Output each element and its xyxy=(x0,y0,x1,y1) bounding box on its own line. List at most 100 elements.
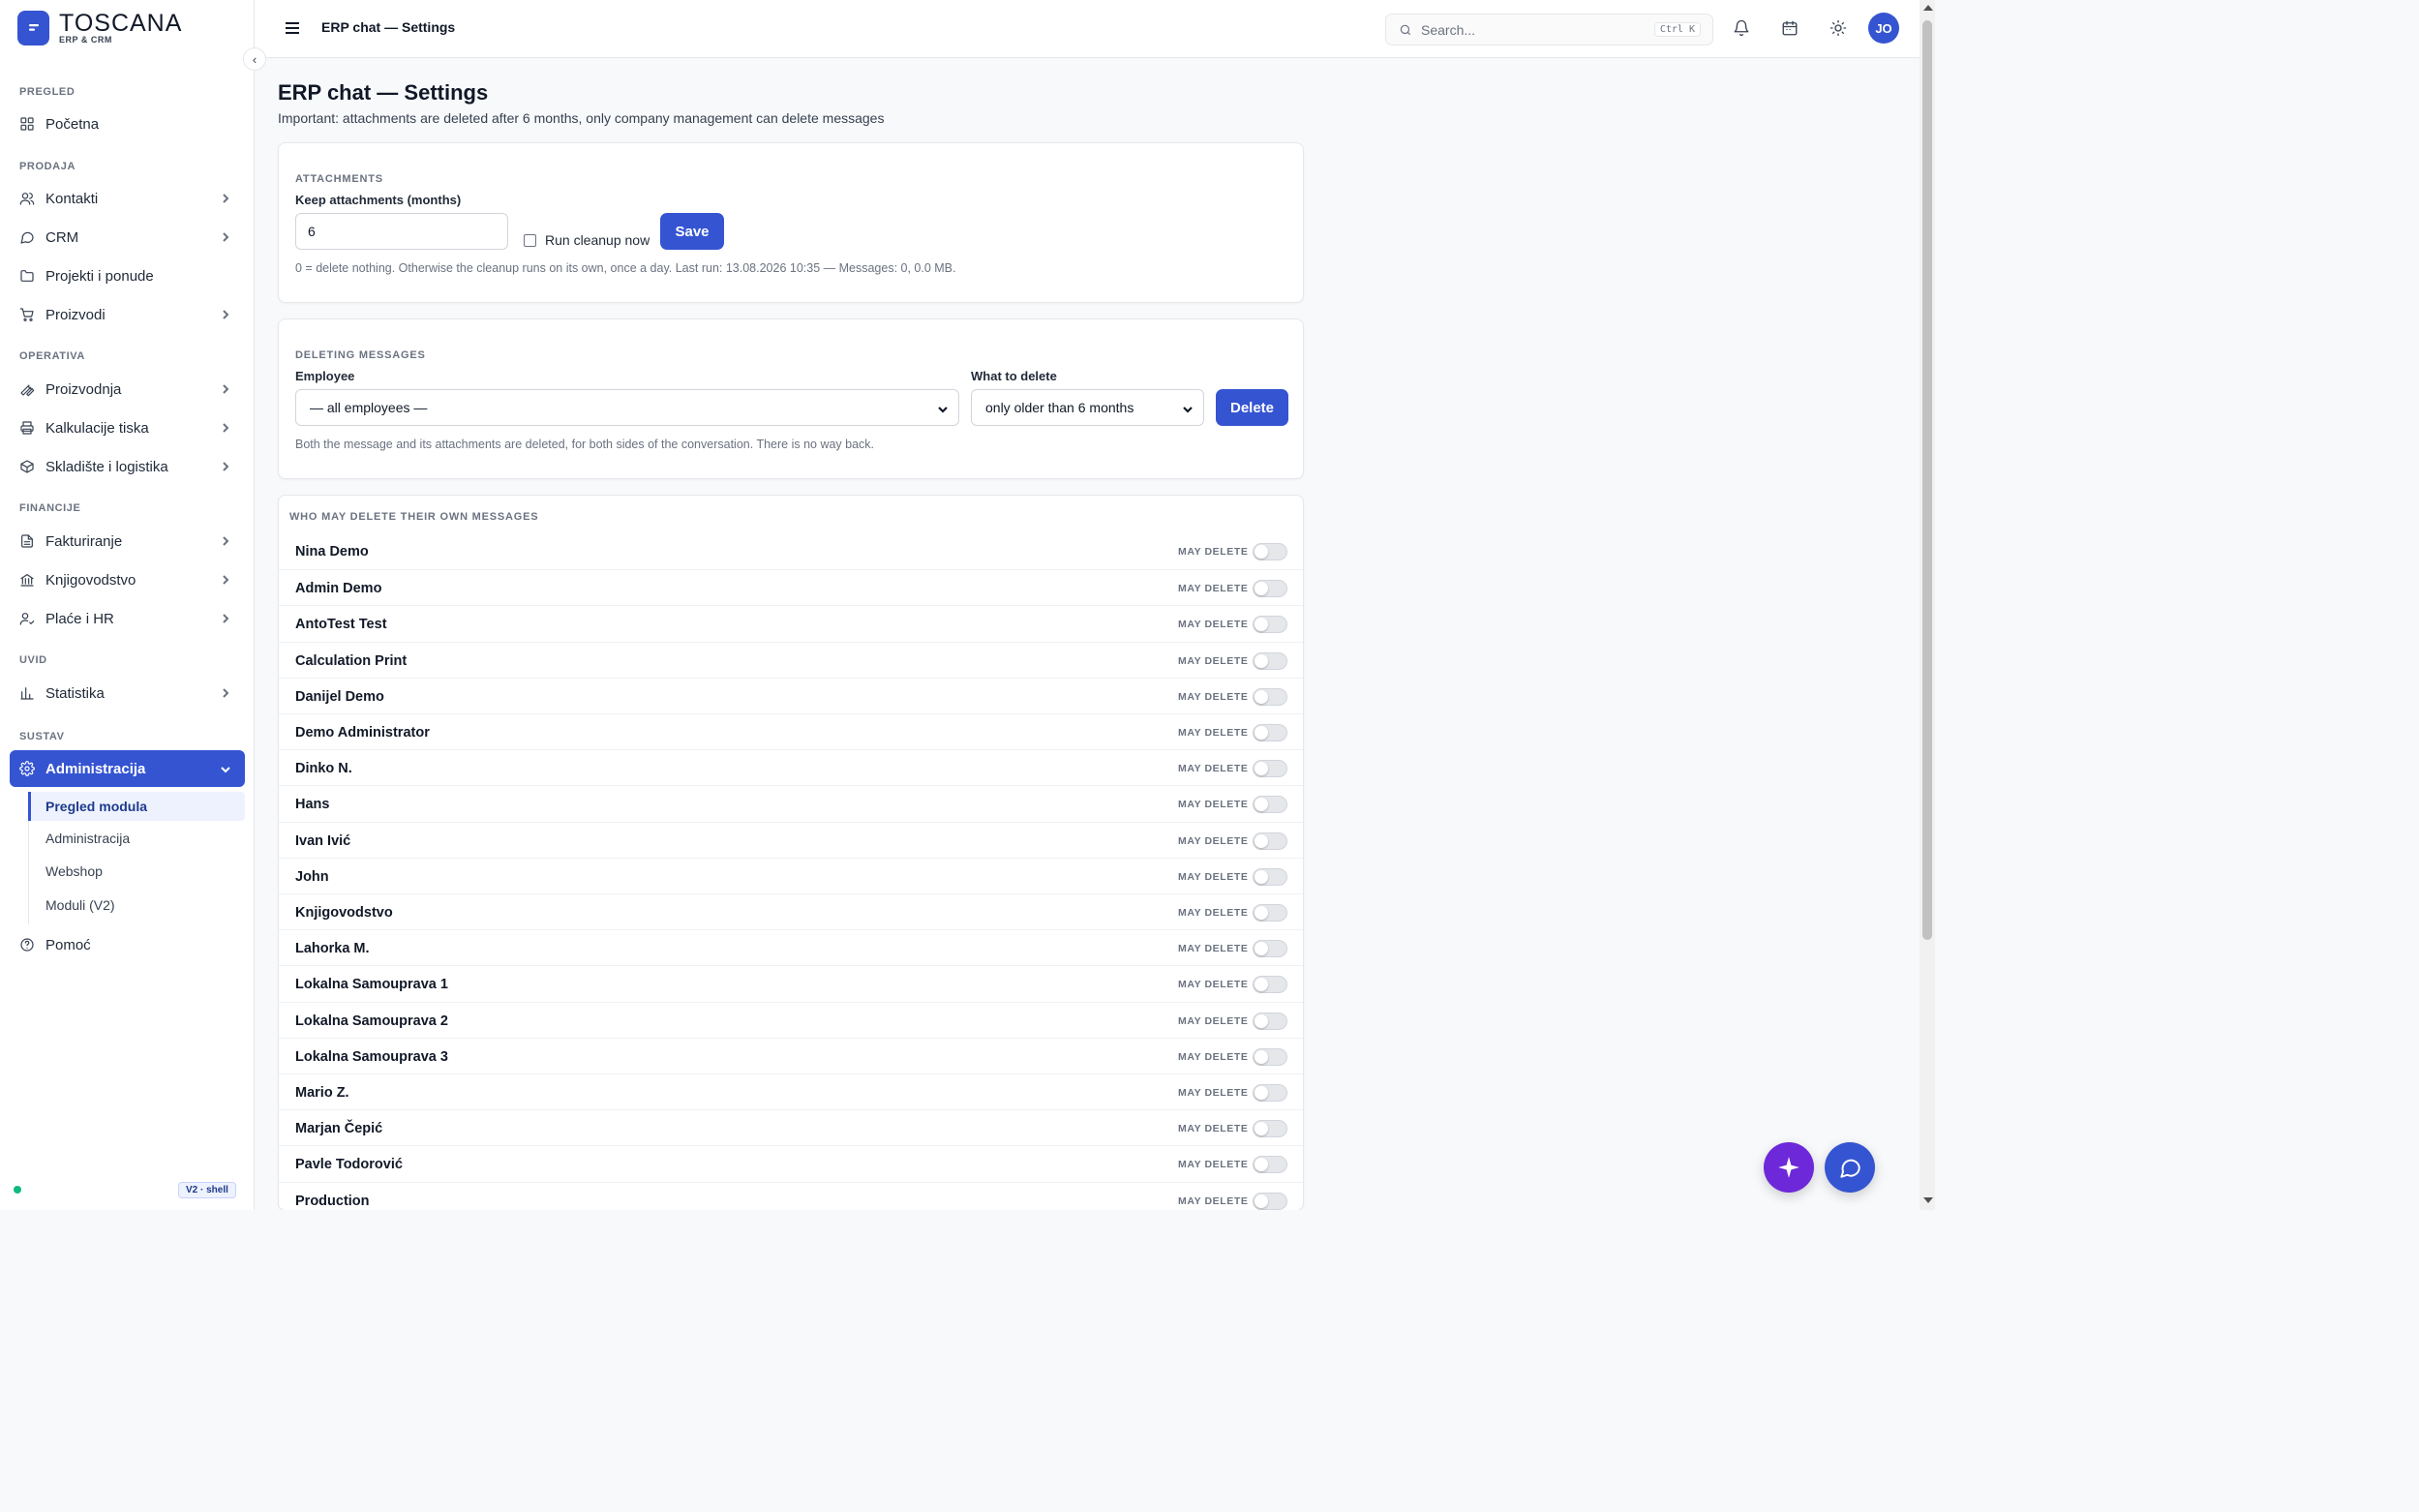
toggle-knob xyxy=(1255,906,1268,920)
nav-section-prodaja: PRODAJA xyxy=(19,161,76,172)
may-delete-toggle[interactable] xyxy=(1253,940,1287,958)
permission-user-name: Lokalna Samouprava 2 xyxy=(295,1013,448,1029)
box-icon xyxy=(19,459,35,474)
breadcrumb: ERP chat — Settings xyxy=(321,19,456,35)
nav-section-sustav: SUSTAV xyxy=(19,731,65,742)
sidebar-subitem-moduli-v2[interactable]: Moduli (V2) xyxy=(28,891,245,920)
scroll-down-arrow-icon[interactable] xyxy=(1923,1197,1933,1203)
may-delete-toggle[interactable] xyxy=(1253,760,1287,778)
menu-toggle-button[interactable] xyxy=(283,18,302,38)
page-scrollbar[interactable] xyxy=(1920,0,1935,1210)
permissions-heading: WHO MAY DELETE THEIR OWN MESSAGES xyxy=(289,511,539,523)
toggle-knob xyxy=(1255,762,1268,776)
may-delete-label: MAY DELETE xyxy=(1178,870,1249,883)
run-cleanup-checkbox[interactable]: Run cleanup now xyxy=(524,232,650,248)
permission-row: John MAY DELETE xyxy=(279,857,1303,893)
chat-bubble-icon xyxy=(1840,1159,1860,1178)
theme-toggle-button[interactable] xyxy=(1828,17,1849,39)
sidebar: TOSCANA ERP & CRM PREGLED Početna PRODAJ… xyxy=(0,0,255,1210)
sidebar-item-projekti[interactable]: Projekti i ponude xyxy=(10,258,245,293)
may-delete-label: MAY DELETE xyxy=(1178,763,1249,775)
permission-row: Lokalna Samouprava 1 MAY DELETE xyxy=(279,965,1303,1001)
permission-user-name: Nina Demo xyxy=(295,544,369,559)
may-delete-toggle[interactable] xyxy=(1253,616,1287,634)
may-delete-toggle[interactable] xyxy=(1253,1012,1287,1030)
ai-assistant-button[interactable] xyxy=(1764,1142,1814,1193)
sidebar-item-pomoc[interactable]: Pomoć xyxy=(10,927,245,962)
permission-row: Pavle Todorović MAY DELETE xyxy=(279,1145,1303,1181)
may-delete-toggle[interactable] xyxy=(1253,580,1287,598)
what-to-delete-value: only older than 6 months xyxy=(985,400,1134,415)
toggle-knob xyxy=(1255,1049,1268,1064)
permission-row: Dinko N. MAY DELETE xyxy=(279,749,1303,785)
sidebar-item-kalkulacije[interactable]: Kalkulacije tiska xyxy=(10,410,245,445)
permission-row: Lokalna Samouprava 3 MAY DELETE xyxy=(279,1037,1303,1074)
sidebar-subitem-administracija[interactable]: Administracija xyxy=(28,824,245,853)
sidebar-item-knjigovodstvo[interactable]: Knjigovodstvo xyxy=(10,562,245,597)
may-delete-toggle[interactable] xyxy=(1253,867,1287,886)
sidebar-collapse-button[interactable]: ‹ xyxy=(243,47,266,71)
sidebar-item-kontakti[interactable]: Kontakti xyxy=(10,181,245,216)
may-delete-label: MAY DELETE xyxy=(1178,727,1249,739)
may-delete-toggle[interactable] xyxy=(1253,904,1287,922)
notifications-button[interactable] xyxy=(1731,17,1752,39)
calendar-button[interactable] xyxy=(1779,17,1800,39)
online-status-dot xyxy=(14,1186,21,1194)
may-delete-toggle[interactable] xyxy=(1253,1120,1287,1138)
sidebar-subitem-webshop[interactable]: Webshop xyxy=(28,857,245,886)
scroll-thumb[interactable] xyxy=(1922,20,1932,940)
sidebar-item-skladiste[interactable]: Skladište i logistika xyxy=(10,449,245,484)
may-delete-toggle[interactable] xyxy=(1253,543,1287,560)
may-delete-toggle[interactable] xyxy=(1253,724,1287,741)
scroll-up-arrow-icon[interactable] xyxy=(1923,5,1933,11)
may-delete-toggle[interactable] xyxy=(1253,796,1287,814)
gear-icon xyxy=(19,761,35,776)
may-delete-toggle[interactable] xyxy=(1253,1047,1287,1066)
may-delete-toggle[interactable] xyxy=(1253,687,1287,706)
search-box[interactable]: Ctrl K xyxy=(1385,14,1713,45)
page-subtitle: Important: attachments are deleted after… xyxy=(278,110,885,126)
permission-user-name: Admin Demo xyxy=(295,581,382,597)
cart-icon xyxy=(19,307,35,322)
may-delete-toggle[interactable] xyxy=(1253,1084,1287,1102)
toggle-knob xyxy=(1255,978,1268,992)
keep-months-input[interactable] xyxy=(295,213,508,250)
brand-logo-icon xyxy=(17,11,49,45)
search-input[interactable] xyxy=(1421,21,1644,38)
sidebar-item-fakturiranje[interactable]: Fakturiranje xyxy=(10,524,245,559)
what-to-delete-select[interactable]: only older than 6 months xyxy=(971,389,1204,426)
save-button[interactable]: Save xyxy=(660,213,724,250)
may-delete-toggle[interactable] xyxy=(1253,1156,1287,1174)
sidebar-item-label: CRM xyxy=(45,228,79,246)
may-delete-toggle[interactable] xyxy=(1253,976,1287,994)
may-delete-toggle[interactable] xyxy=(1253,651,1287,670)
chevron-right-icon xyxy=(220,534,231,546)
may-delete-label: MAY DELETE xyxy=(1178,1159,1249,1171)
may-delete-label: MAY DELETE xyxy=(1178,583,1249,595)
permission-user-name: Hans xyxy=(295,797,330,813)
employee-select[interactable]: — all employees — xyxy=(295,389,959,426)
sidebar-item-proizvodi[interactable]: Proizvodi xyxy=(10,297,245,332)
user-avatar[interactable]: JO xyxy=(1868,13,1899,44)
checkbox-box[interactable] xyxy=(524,233,536,247)
permission-user-name: Lokalna Samouprava 3 xyxy=(295,1048,448,1065)
sidebar-item-crm[interactable]: CRM xyxy=(10,220,245,255)
sidebar-item-place-hr[interactable]: Plaće i HR xyxy=(10,601,245,636)
may-delete-toggle[interactable] xyxy=(1253,832,1287,850)
sidebar-item-statistika[interactable]: Statistika xyxy=(10,676,245,711)
chat-button[interactable] xyxy=(1825,1142,1875,1193)
sidebar-item-pocetna[interactable]: Početna xyxy=(10,106,245,141)
nav-section-uvid: UVID xyxy=(19,654,47,666)
permission-user-name: John xyxy=(295,868,329,885)
sidebar-item-label: Početna xyxy=(45,115,100,133)
sidebar-subitem-pregled-modula[interactable]: Pregled modula xyxy=(28,792,245,821)
what-to-delete-label: What to delete xyxy=(971,369,1057,383)
delete-button[interactable]: Delete xyxy=(1216,389,1288,426)
calendar-icon xyxy=(1782,20,1798,36)
may-delete-toggle[interactable] xyxy=(1253,1192,1287,1210)
sidebar-item-administracija[interactable]: Administracija xyxy=(10,750,245,787)
topbar: ERP chat — Settings Ctrl K JO xyxy=(255,0,1920,58)
brand[interactable]: TOSCANA ERP & CRM xyxy=(17,11,182,45)
toggle-knob xyxy=(1255,726,1268,740)
sidebar-item-proizvodnja[interactable]: Proizvodnja xyxy=(10,372,245,407)
